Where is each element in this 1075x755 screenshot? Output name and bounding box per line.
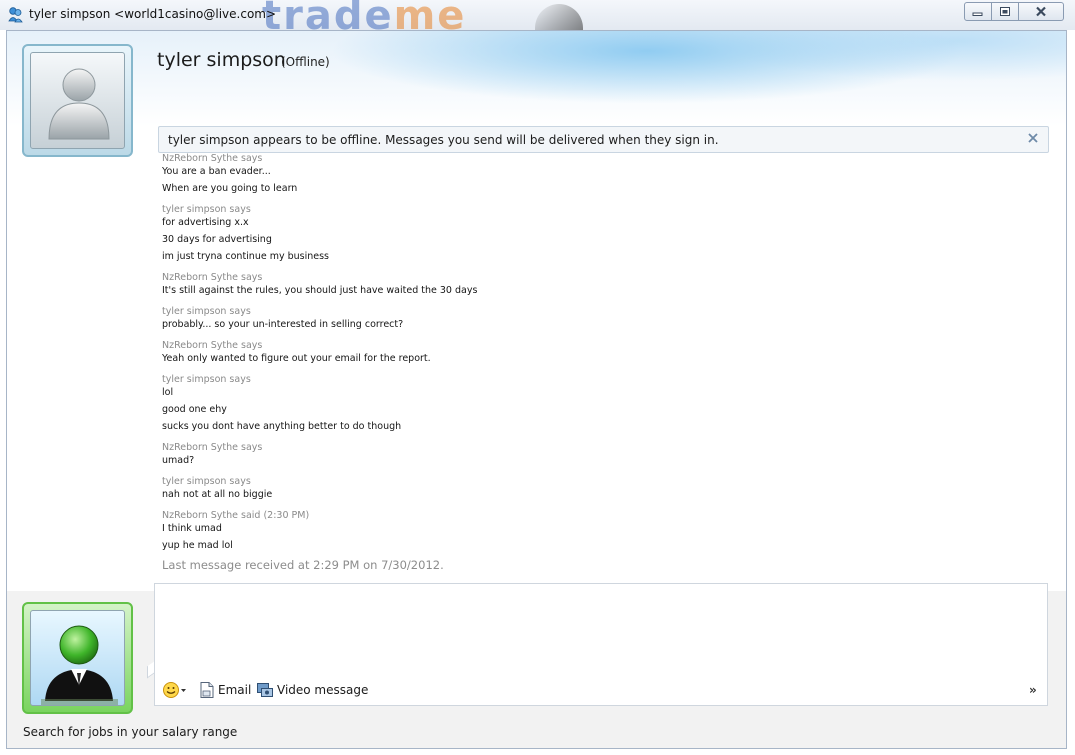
minimize-button[interactable]: [964, 2, 992, 21]
message-sender: tyler simpson says: [162, 306, 251, 317]
email-label: Email: [218, 683, 252, 697]
message-sender: tyler simpson says: [162, 476, 251, 487]
message-text: probably... so your un-interested in sel…: [162, 319, 404, 330]
default-user-avatar-icon: [30, 52, 125, 149]
self-avatar[interactable]: [22, 602, 133, 714]
compose-toolbar: Email Video message »: [162, 680, 1042, 700]
contact-status: (Offline): [281, 55, 330, 69]
message-text: It's still against the rules, you should…: [162, 285, 478, 296]
message-text: When are you going to learn: [162, 183, 298, 194]
message-sender: NzReborn Sythe says: [162, 272, 263, 283]
message-text: You are a ban evader...: [162, 166, 271, 177]
ad-link[interactable]: Search for jobs in your salary range: [23, 725, 237, 739]
message-text: for advertising x.x: [162, 217, 249, 228]
smiley-face-icon: [163, 682, 186, 698]
video-camera-icon: [257, 683, 273, 697]
green-businessman-avatar-icon: [30, 610, 125, 706]
close-x-icon: [1028, 133, 1038, 143]
minimize-icon: [972, 12, 983, 16]
background-shape: [535, 4, 583, 30]
messenger-buddies-icon: [8, 7, 23, 23]
message-text: good one ehy: [162, 404, 227, 415]
document-icon: [200, 682, 214, 698]
title-bar: trademe tyler simpson <world1casino@live…: [0, 0, 1075, 39]
window-title: tyler simpson <world1casino@live.com>: [29, 7, 277, 21]
emoticon-button[interactable]: [162, 680, 188, 700]
message-text: lol: [162, 387, 174, 398]
contact-avatar[interactable]: [22, 44, 133, 157]
message-text: im just tryna continue my business: [162, 251, 330, 262]
message-sender: tyler simpson says: [162, 374, 251, 385]
last-message-timestamp: Last message received at 2:29 PM on 7/30…: [162, 558, 444, 572]
message-text: yup he mad lol: [162, 540, 233, 551]
compose-area: Email Video message »: [154, 583, 1048, 706]
conversation-history: NzReborn Sythe says You are a ban evader.…: [162, 153, 1042, 573]
message-input[interactable]: [163, 590, 1041, 672]
message-sender: NzReborn Sythe says: [162, 340, 263, 351]
close-notice-button[interactable]: [1028, 131, 1038, 147]
conversation-window: tyler simpson (Offline) tyler simpson ap…: [6, 30, 1067, 749]
offline-notice-text: tyler simpson appears to be offline. Mes…: [168, 133, 719, 147]
video-message-button[interactable]: Video message: [256, 680, 368, 700]
restore-button[interactable]: [992, 2, 1019, 21]
message-sender: NzReborn Sythe said (2:30 PM): [162, 510, 310, 521]
message-text: Yeah only wanted to figure out your emai…: [162, 353, 431, 364]
message-sender: NzReborn Sythe says: [162, 442, 263, 453]
contact-name: tyler simpson: [157, 49, 286, 71]
message-sender: tyler simpson says: [162, 204, 251, 215]
close-button[interactable]: [1019, 2, 1064, 21]
message-text: nah not at all no biggie: [162, 489, 273, 500]
message-sender: NzReborn Sythe says: [162, 153, 263, 164]
video-message-label: Video message: [277, 683, 369, 697]
restore-icon: [1000, 7, 1010, 16]
message-text: umad?: [162, 455, 195, 466]
offline-notice-bar: tyler simpson appears to be offline. Mes…: [158, 126, 1049, 153]
message-text: 30 days for advertising: [162, 234, 272, 245]
email-button[interactable]: Email: [198, 680, 251, 700]
header-background: [7, 31, 1066, 126]
more-options-button[interactable]: »: [1029, 680, 1037, 700]
window-controls: [964, 2, 1064, 21]
close-icon: [1036, 6, 1046, 17]
message-text: I think umad: [162, 523, 222, 534]
message-text: sucks you dont have anything better to d…: [162, 421, 402, 432]
